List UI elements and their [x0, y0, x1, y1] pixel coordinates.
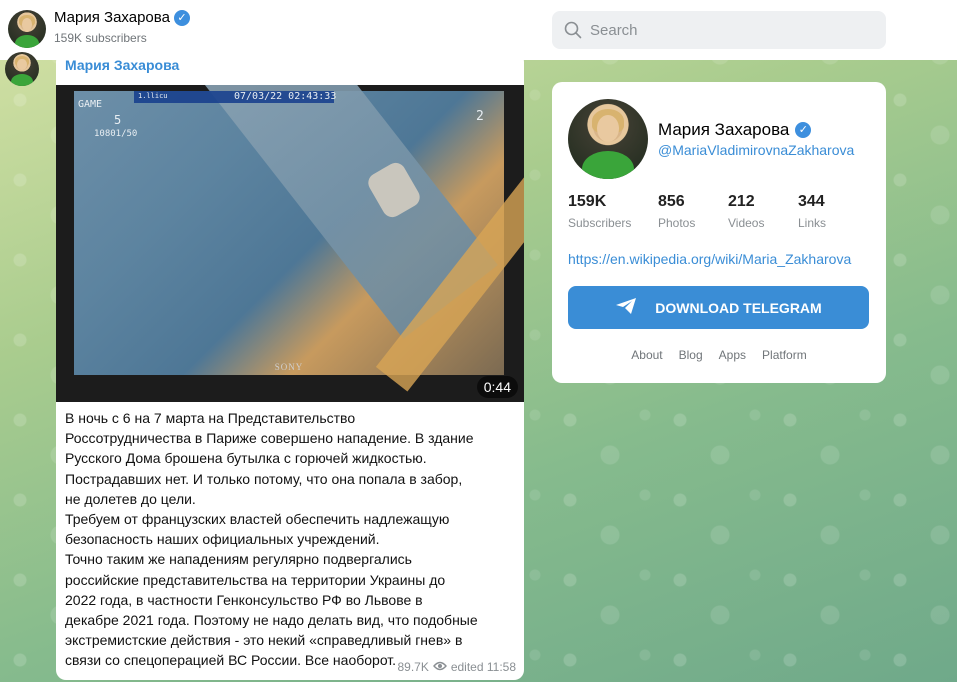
stat-label: Videos [728, 216, 765, 230]
osd-game: GAME [78, 99, 103, 110]
stat-label: Links [798, 216, 827, 230]
profile-avatar [568, 99, 648, 179]
footer-links: About Blog Apps Platform [552, 348, 886, 362]
video-frame: GAME 1.llicu 07/03/22 02:43:33 5 10801/5… [74, 85, 524, 392]
stat-label: Photos [658, 216, 696, 230]
stat-value: 856 [658, 193, 685, 210]
stat-subscribers: 159K Subscribers [568, 193, 631, 230]
view-count: 89.7K [397, 660, 429, 674]
stat-links: 344 Links [798, 193, 826, 230]
search-placeholder: Search [590, 21, 638, 39]
monitor-brand: SONY [274, 362, 304, 372]
subscriber-count: 159K subscribers [54, 31, 147, 45]
channel-profile-card: Мария Захарова ✓ @MariaVladimirovnaZakha… [552, 82, 886, 383]
search-field[interactable]: Search [552, 11, 886, 49]
chat-header: Мария Захарова ✓ 159K subscribers Search [0, 0, 957, 60]
verified-badge-icon: ✓ [173, 9, 190, 26]
profile-name-row: Мария Захарова ✓ [658, 120, 812, 140]
stat-label: Subscribers [568, 216, 632, 230]
stat-value: 212 [728, 193, 755, 210]
download-label: DOWNLOAD TELEGRAM [655, 299, 822, 316]
profile-link[interactable]: https://en.wikipedia.org/wiki/Maria_Zakh… [568, 251, 851, 267]
footer-link-platform[interactable]: Platform [762, 348, 807, 362]
footer-link-apps[interactable]: Apps [719, 348, 746, 362]
stat-value: 344 [798, 193, 825, 210]
edited-time: edited 11:58 [450, 660, 516, 674]
osd-resolution: 10801/50 [94, 129, 138, 139]
message-meta: 89.7K edited 11:58 [397, 660, 516, 674]
telegram-plane-icon [615, 297, 637, 318]
profile-handle[interactable]: @MariaVladimirovnaZakharova [658, 142, 854, 158]
stat-videos: 212 Videos [728, 193, 764, 230]
osd-timestamp: 07/03/22 02:43:33 [234, 91, 337, 102]
verified-badge-icon: ✓ [795, 122, 812, 138]
message-text: В ночь с 6 на 7 марта на Представительст… [65, 410, 478, 669]
search-icon [564, 21, 582, 39]
message-author[interactable]: Мария Захарова [65, 57, 179, 73]
channel-avatar[interactable] [8, 10, 46, 48]
message-bubble: Мария Захарова GAME 1.llicu 07/03/22 02:… [56, 52, 524, 680]
stat-photos: 856 Photos [658, 193, 695, 230]
footer-link-about[interactable]: About [631, 348, 662, 362]
channel-name: Мария Захарова [54, 9, 170, 26]
eye-icon [432, 660, 447, 674]
osd-channel: 2 [476, 109, 484, 124]
stat-value: 159K [568, 193, 607, 210]
channel-title[interactable]: Мария Захарова ✓ [54, 9, 190, 26]
download-telegram-button[interactable]: DOWNLOAD TELEGRAM [568, 286, 869, 329]
osd-count: 5 [114, 113, 122, 127]
video-player[interactable]: GAME 1.llicu 07/03/22 02:43:33 5 10801/5… [56, 85, 524, 402]
message-author-avatar[interactable] [5, 52, 39, 86]
video-duration: 0:44 [476, 376, 518, 398]
profile-name: Мария Захарова [658, 120, 790, 139]
footer-link-blog[interactable]: Blog [679, 348, 703, 362]
osd-small-label: 1.llicu [138, 92, 168, 100]
